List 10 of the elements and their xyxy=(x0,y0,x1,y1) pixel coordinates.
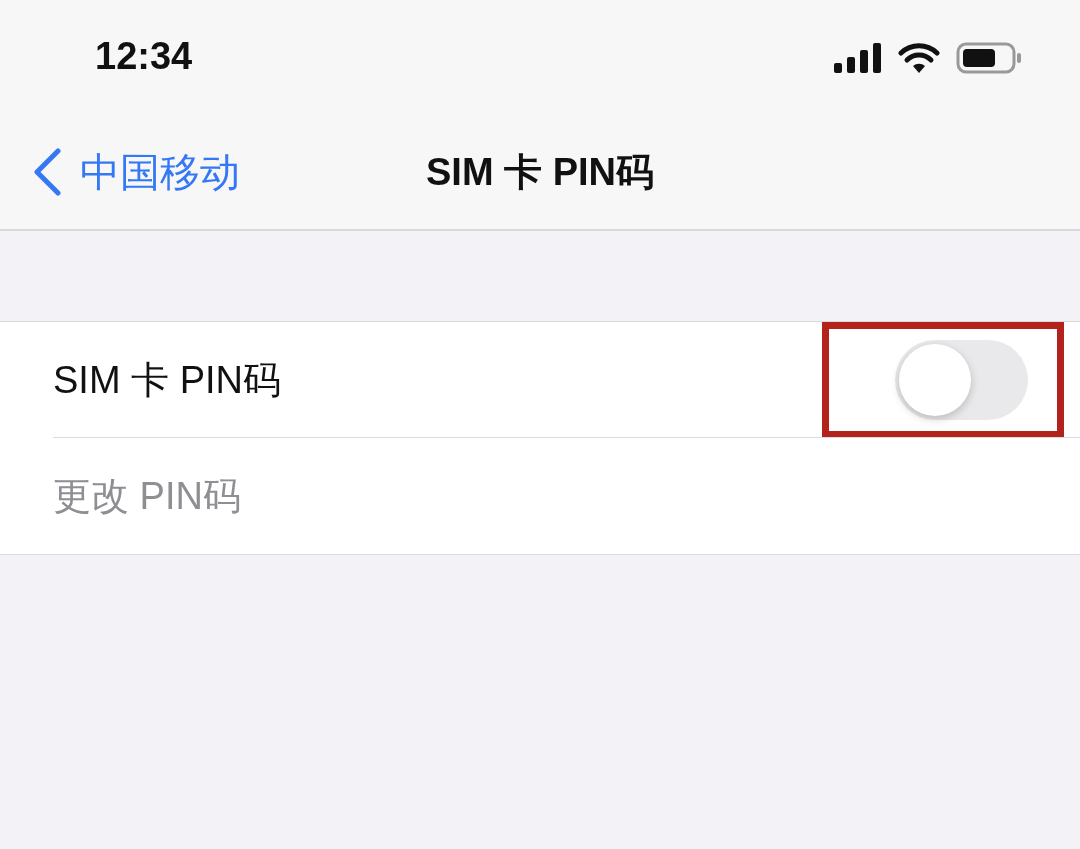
page-title: SIM 卡 PIN码 xyxy=(426,149,654,195)
back-label[interactable]: 中国移动 xyxy=(80,144,240,200)
row-label: 更改 PIN码 xyxy=(53,473,241,519)
wifi-icon xyxy=(898,42,940,73)
back-button[interactable]: 中国移动 xyxy=(32,144,240,200)
row-label[interactable]: SIM 卡 PIN码 xyxy=(53,354,282,406)
signal-icon xyxy=(834,42,882,73)
status-time: 12:34 xyxy=(95,35,193,78)
chevron-left-icon xyxy=(32,148,62,196)
battery-icon xyxy=(956,41,1022,74)
